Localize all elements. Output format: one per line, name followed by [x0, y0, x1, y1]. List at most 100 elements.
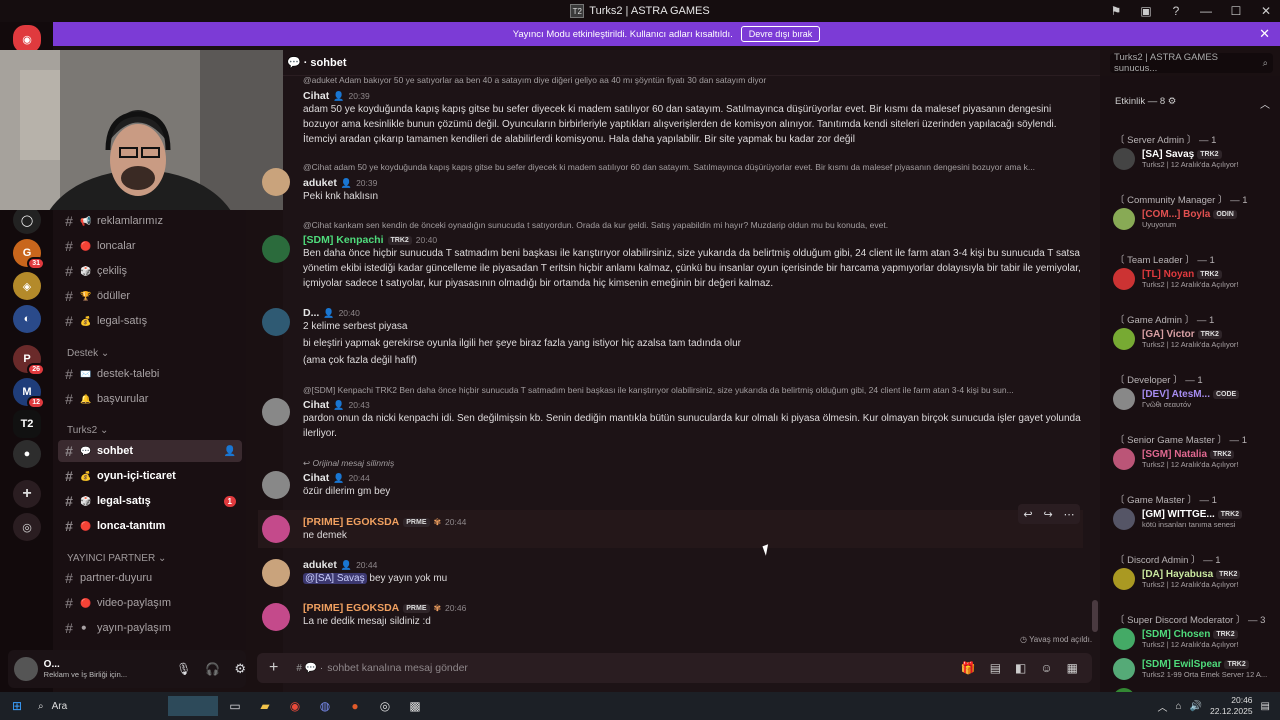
- avatar[interactable]: [262, 471, 290, 499]
- file-explorer-icon[interactable]: ▰: [254, 696, 276, 716]
- avatar[interactable]: [262, 398, 290, 426]
- member-item[interactable]: [GM] WITTGE... TRK2 kötü insanları tanıma …: [1113, 504, 1276, 534]
- channel-item[interactable]: # 📢 reklamlarımız: [58, 210, 242, 232]
- weather-widget[interactable]: [168, 696, 218, 716]
- avatar[interactable]: [262, 235, 290, 263]
- avatar[interactable]: [262, 168, 290, 196]
- category-turks2[interactable]: Turks2 ⌄: [67, 425, 108, 436]
- server-icon[interactable]: G 31: [13, 239, 45, 270]
- settings-gear-icon[interactable]: ⚙: [234, 661, 246, 677]
- message-author[interactable]: [PRIME] EGOKSDA: [303, 516, 399, 528]
- gift-icon[interactable]: 🎁: [961, 661, 976, 675]
- sticker-icon[interactable]: ◧: [1015, 661, 1026, 675]
- unread-badge: 1: [223, 495, 236, 507]
- avatar[interactable]: [262, 559, 290, 587]
- message-author[interactable]: aduket: [303, 177, 337, 189]
- message-author[interactable]: Cihat: [303, 472, 329, 484]
- avatar[interactable]: [262, 515, 290, 543]
- channel-item[interactable]: # 🔴 loncalar: [58, 235, 242, 257]
- close-button[interactable]: ✕: [1258, 4, 1274, 18]
- chrome-icon[interactable]: ◉: [284, 696, 306, 716]
- channel-item[interactable]: # partner-duyuru: [58, 567, 242, 589]
- member-item[interactable]: [SGM] Natalia TRK2 Turks2 | 12 Aralık'da A…: [1113, 444, 1276, 474]
- discord-home-icon[interactable]: ◉: [13, 25, 41, 53]
- collapse-icon[interactable]: ︿: [1260, 96, 1270, 111]
- channel-item[interactable]: # 🎲 çekiliş: [58, 260, 242, 282]
- reply-preview[interactable]: @Cihat kankam sen kendin de önceki oynad…: [303, 220, 1083, 230]
- gif-icon[interactable]: ▤: [990, 661, 1001, 675]
- reply-preview[interactable]: @aduket Adam bakıyor 50 ye satıyorlar aa…: [303, 75, 1083, 85]
- microphone-icon[interactable]: 🎙: [176, 662, 191, 676]
- avatar[interactable]: [262, 603, 290, 631]
- server-icon[interactable]: ●: [13, 440, 41, 468]
- message-author[interactable]: D...: [303, 307, 319, 319]
- screen-icon[interactable]: ▣: [1138, 4, 1154, 18]
- taskbar-search[interactable]: ⌕ Ara: [38, 696, 168, 716]
- notification-icon[interactable]: ▤: [1261, 701, 1270, 712]
- channel-item-sohbet[interactable]: # 💬 sohbet 👤: [58, 440, 242, 462]
- minimize-button[interactable]: —: [1198, 4, 1214, 18]
- task-view-icon[interactable]: ▭: [224, 696, 246, 716]
- member-item[interactable]: [DA] Hayabusa TRK2 Turks2 | 12 Aralık'da A…: [1113, 564, 1276, 594]
- help-icon[interactable]: ?: [1168, 4, 1184, 18]
- inbox-icon[interactable]: ⚑: [1108, 4, 1124, 18]
- maximize-button[interactable]: ☐: [1228, 4, 1244, 18]
- close-icon[interactable]: ✕: [1259, 26, 1270, 42]
- member-item[interactable]: [DEV] AtesM... CODE Γνῶθι σεαυτόν: [1113, 384, 1276, 414]
- message-author[interactable]: [SDM] Kenpachi: [303, 234, 384, 246]
- message-author[interactable]: aduket: [303, 559, 337, 571]
- discover-icon[interactable]: ◎: [13, 513, 41, 541]
- chevron-up-icon[interactable]: ︿: [1158, 699, 1168, 714]
- channel-item[interactable]: # 🎲 legal-satış 1: [58, 490, 242, 512]
- apps-icon[interactable]: ▦: [1067, 661, 1078, 675]
- member-item[interactable]: [SDM] EwilSpear TRK2 Turks2 1-99 Orta Emek…: [1113, 654, 1276, 684]
- category-partner[interactable]: YAYINCI PARTNER ⌄: [67, 553, 166, 564]
- message-author[interactable]: Cihat: [303, 399, 329, 411]
- network-icon[interactable]: ⌂: [1176, 701, 1182, 712]
- member-item[interactable]: [TL] Noyan TRK2 Turks2 | 12 Aralık'da Açıl…: [1113, 264, 1276, 294]
- member-item[interactable]: [COM...] Boyla ODIN Uyuyorum: [1113, 204, 1276, 234]
- disable-streamer-mode-button[interactable]: Devre dışı bırak: [740, 26, 821, 42]
- avatar[interactable]: [14, 657, 38, 681]
- server-icon[interactable]: M 12: [13, 378, 45, 409]
- headphones-icon[interactable]: 🎧: [205, 662, 220, 676]
- channel-item[interactable]: # 🔴 lonca-tanıtım: [58, 515, 242, 537]
- member-item[interactable]: [SA] Savaş TRK2 Turks2 | 12 Aralık'da Açıl…: [1113, 144, 1276, 174]
- user-mention[interactable]: @[SA] Savaş: [303, 573, 367, 584]
- chat-scrollbar[interactable]: [1092, 600, 1098, 632]
- obs-icon[interactable]: ◎: [374, 696, 396, 716]
- channel-item[interactable]: # ✉️ destek-talebi: [58, 363, 242, 385]
- emoji-icon[interactable]: ☺: [1040, 661, 1052, 675]
- volume-icon[interactable]: 🔊: [1190, 701, 1202, 712]
- server-icon[interactable]: P 26: [13, 345, 45, 376]
- channel-item[interactable]: # 🔴 video-paylaşım: [58, 592, 242, 614]
- add-attachment-icon[interactable]: +: [269, 659, 278, 677]
- server-icon[interactable]: ◈: [13, 272, 41, 300]
- message-input[interactable]: sohbet kanalına mesaj gönder: [327, 662, 468, 674]
- server-icon[interactable]: ◯: [13, 206, 41, 234]
- member-item[interactable]: [SDM] Chosen TRK2 Turks2 | 12 Aralık'da Aç…: [1113, 624, 1276, 654]
- channel-item[interactable]: # 💰 legal-satış: [58, 310, 242, 332]
- discord-icon[interactable]: ◍: [314, 696, 336, 716]
- game-icon[interactable]: ▩: [404, 696, 426, 716]
- reply-preview[interactable]: @Cihat adam 50 ye koyduğunda kapış kapış…: [303, 162, 1083, 172]
- activity-header[interactable]: Etkinlik — 8 ⚙: [1115, 96, 1176, 107]
- category-destek[interactable]: Destek ⌄: [67, 348, 109, 359]
- server-icon[interactable]: T2: [13, 410, 41, 438]
- clock[interactable]: 20:46 22.12.2025: [1210, 695, 1253, 717]
- add-server-icon[interactable]: +: [13, 480, 41, 508]
- reply-preview[interactable]: @[SDM] Kenpachi TRK2 Ben daha önce hiçbi…: [303, 385, 1083, 395]
- channel-item[interactable]: # 🔔 başvurular: [58, 388, 242, 410]
- search-input[interactable]: Turks2 | ASTRA GAMES sunucus... ⌕: [1110, 52, 1273, 74]
- app-icon[interactable]: ●: [344, 696, 366, 716]
- member-item[interactable]: [GA] Victor TRK2 Turks2 | 12 Aralık'da Açı…: [1113, 324, 1276, 354]
- server-icon[interactable]: ◐: [13, 305, 41, 333]
- windows-start-icon[interactable]: ⊞: [6, 696, 28, 716]
- channel-item[interactable]: # 🏆 ödüller: [58, 285, 242, 307]
- channel-item[interactable]: # ⚫ yayın-paylaşım: [58, 617, 242, 639]
- message-author[interactable]: [PRIME] EGOKSDA: [303, 602, 399, 614]
- message-author[interactable]: Cihat: [303, 90, 329, 102]
- add-member-icon[interactable]: 👤: [224, 446, 236, 457]
- avatar[interactable]: [262, 308, 290, 336]
- channel-item[interactable]: # 💰 oyun-içi-ticaret: [58, 465, 242, 487]
